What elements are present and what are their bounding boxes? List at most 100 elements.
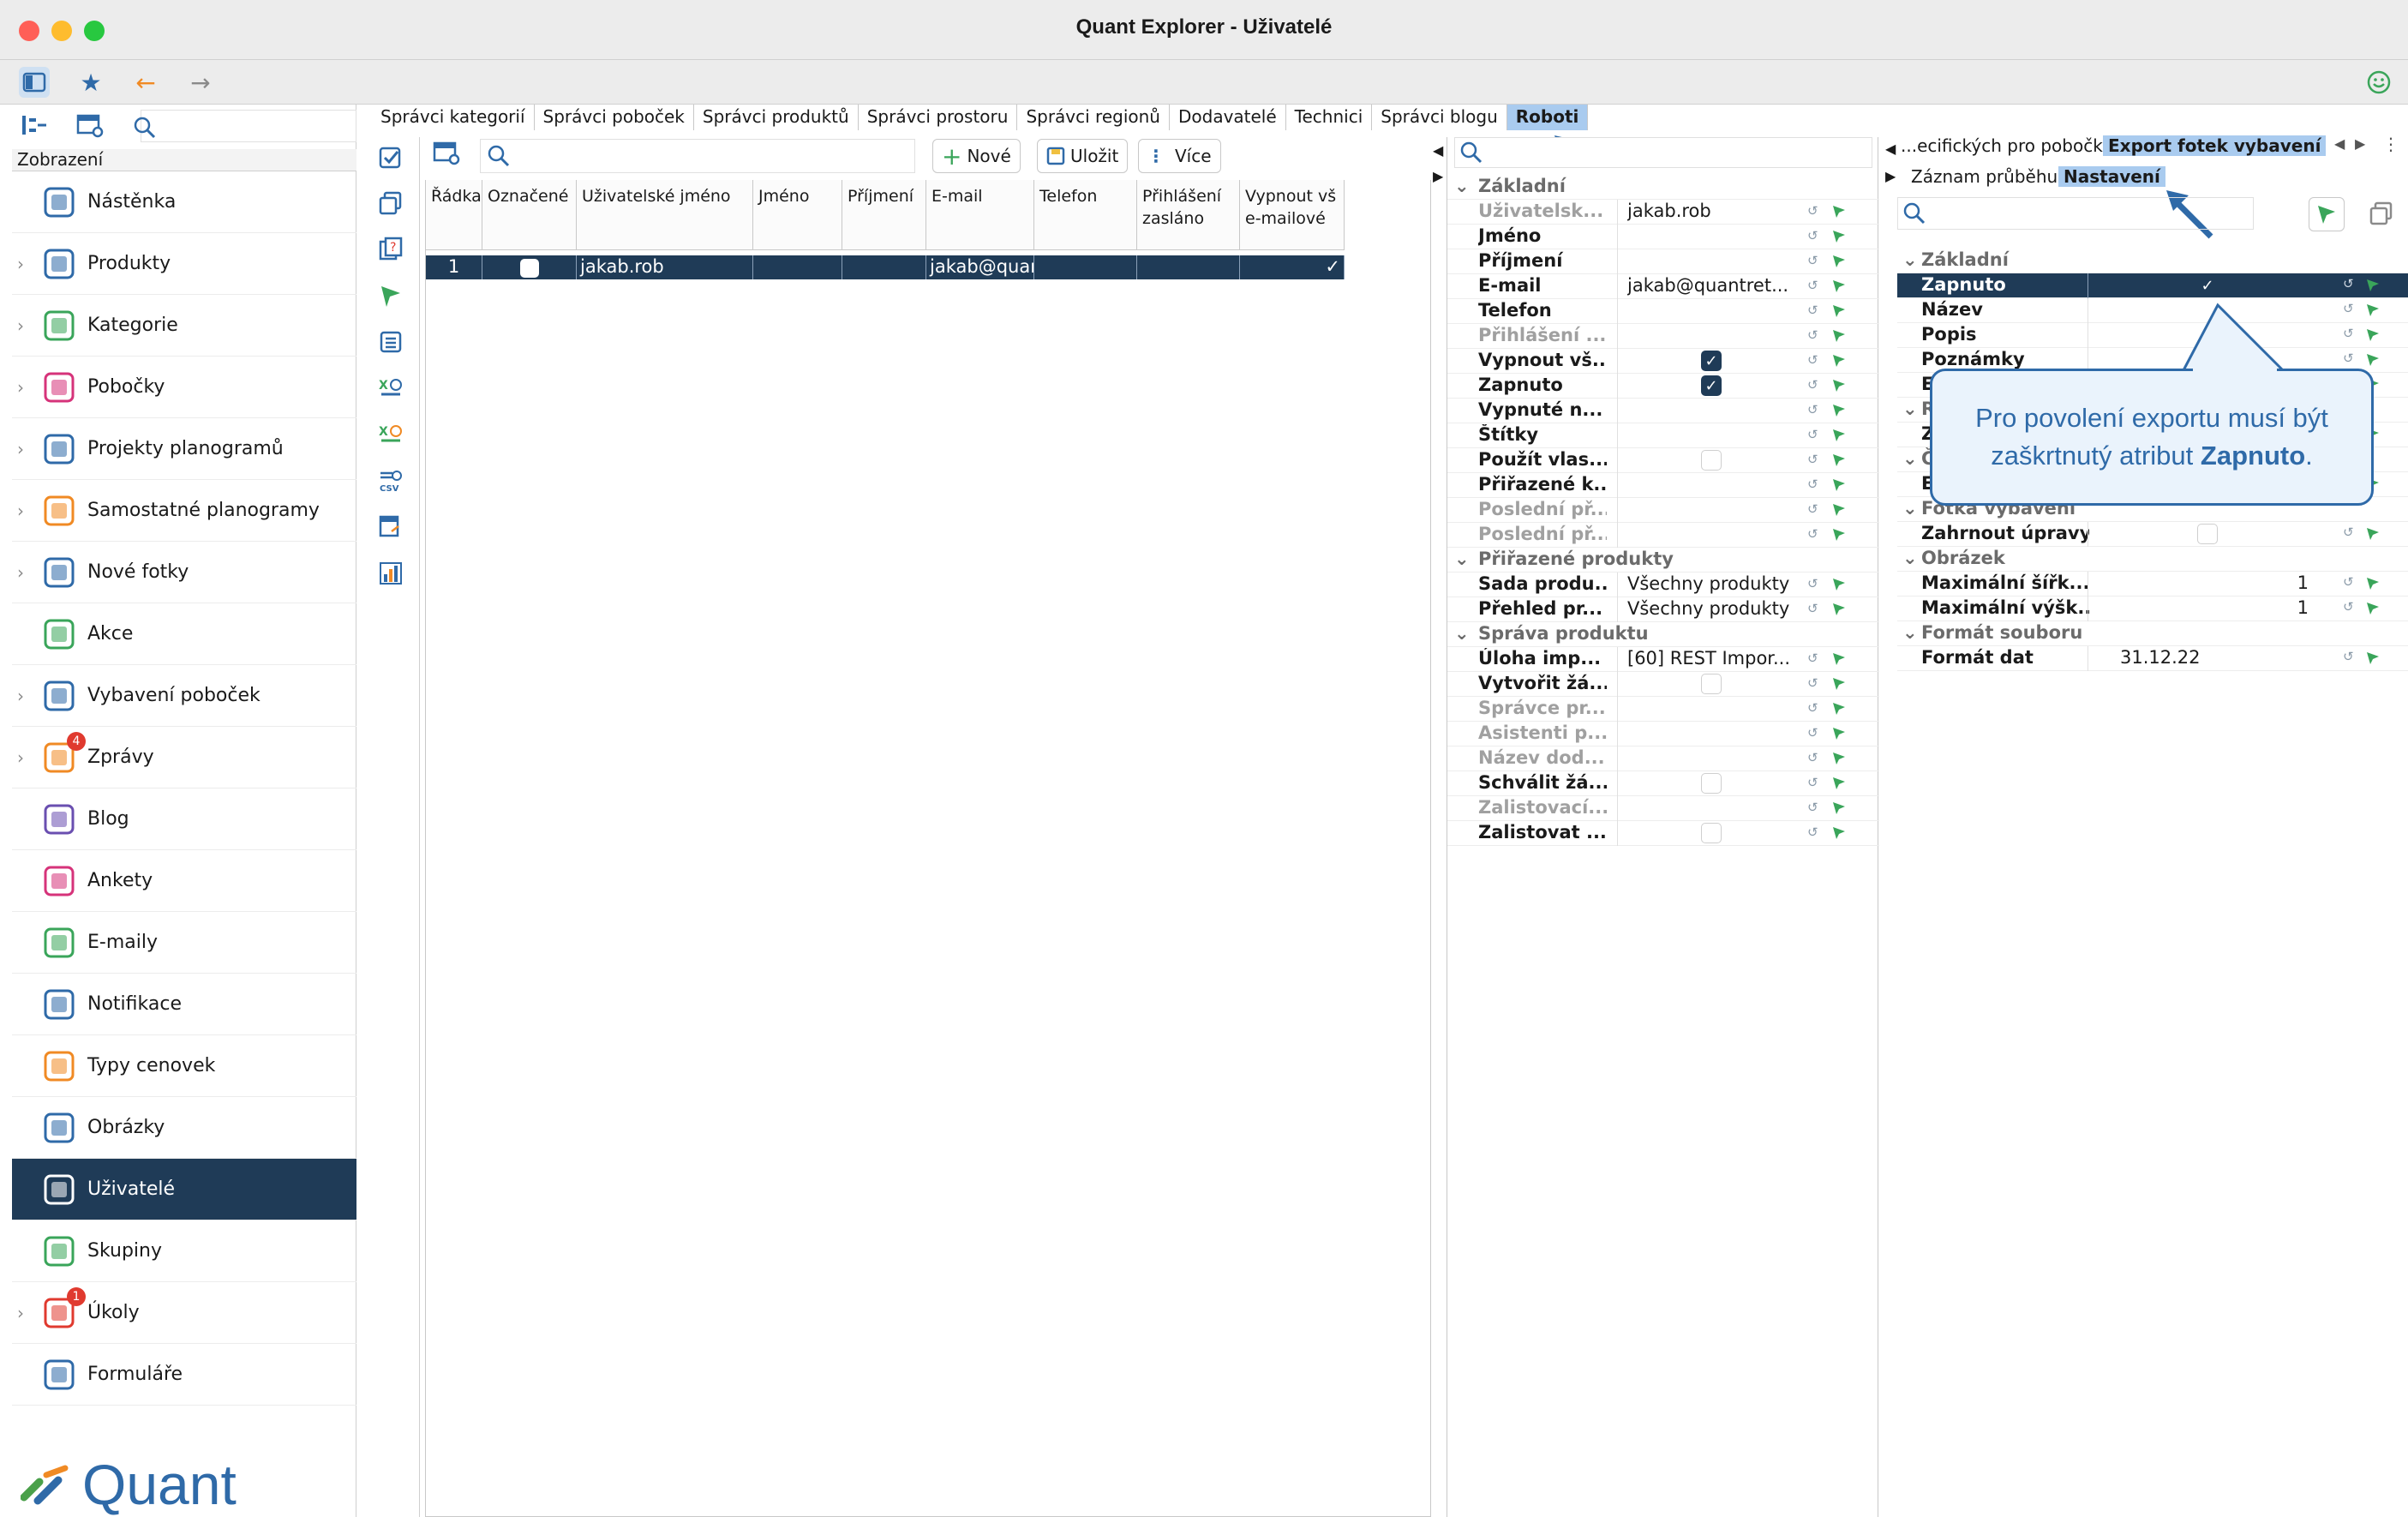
property-row[interactable]: Schválit žá... ↺ xyxy=(1447,771,1879,796)
property-row[interactable]: Zapnuto ✓ ↺ xyxy=(1447,374,1879,399)
back-button[interactable]: ← xyxy=(130,67,161,98)
sidebar-item-nov-fotky[interactable]: › Nové fotky xyxy=(12,542,356,603)
reset-icon[interactable]: ↺ xyxy=(2343,326,2354,341)
property-row[interactable]: Vypnuté n... ↺ xyxy=(1447,399,1879,423)
settings-value[interactable]: 1 xyxy=(2111,573,2309,593)
sidebar-item-akce[interactable]: Akce xyxy=(12,603,356,665)
reset-icon[interactable]: ↺ xyxy=(1807,253,1824,270)
settings-row[interactable]: Popis ↺ xyxy=(1897,323,2408,348)
reset-icon[interactable]: ↺ xyxy=(2343,525,2354,540)
flag-cursor-icon[interactable] xyxy=(1831,477,1848,494)
property-row[interactable]: Zalistovací... ↺ xyxy=(1447,796,1879,821)
reset-icon[interactable]: ↺ xyxy=(2343,301,2354,316)
flag-cursor-icon[interactable] xyxy=(1831,253,1848,270)
property-row[interactable]: Asistenti p... ↺ xyxy=(1447,722,1879,747)
column-header[interactable]: Příjmení xyxy=(842,180,926,250)
settings-value[interactable]: 31.12.22 xyxy=(2120,647,2291,668)
grid-settings-button[interactable] xyxy=(432,141,461,172)
flag-cursor-icon[interactable] xyxy=(1831,352,1848,369)
reset-icon[interactable]: ↺ xyxy=(1807,303,1824,320)
subtab-progress-log[interactable]: Záznam průběhu xyxy=(1906,166,2063,187)
property-row[interactable]: Telefon ↺ xyxy=(1447,299,1879,324)
flag-cursor-icon[interactable] xyxy=(1831,775,1848,792)
robot-tab-export-photos[interactable]: Export fotek vybavení xyxy=(2103,135,2327,156)
reset-icon[interactable]: ↺ xyxy=(1807,800,1824,817)
reset-icon[interactable]: ↺ xyxy=(1807,725,1824,742)
column-header[interactable]: Přihlášení zasláno xyxy=(1137,180,1240,250)
sidebar-item-pobo-ky[interactable]: › Pobočky xyxy=(12,357,356,418)
csv-export-button[interactable]: CSV xyxy=(376,466,405,495)
reset-icon[interactable]: ↺ xyxy=(1807,278,1824,295)
property-row[interactable]: E-mail jakab@quantret... ↺ xyxy=(1447,274,1879,299)
chart-button[interactable] xyxy=(376,559,405,588)
column-header[interactable]: E-mail xyxy=(926,180,1034,250)
sidebar-item-u-ivatel[interactable]: Uživatelé xyxy=(12,1159,356,1220)
subpanel-expand-arrow[interactable]: ▶ xyxy=(1885,168,1896,184)
reset-icon[interactable]: ↺ xyxy=(2343,649,2354,664)
collapse-left-arrow[interactable]: ◀ xyxy=(1433,142,1443,159)
settings-row[interactable]: Zahrnout úpravy ↺ xyxy=(1897,522,2408,547)
sidebar-item-samostatn-planogramy[interactable]: › Samostatné planogramy xyxy=(12,480,356,542)
property-row[interactable]: Správce pr... ↺ xyxy=(1447,697,1879,722)
reset-icon[interactable]: ↺ xyxy=(1807,501,1824,519)
reset-icon[interactable]: ↺ xyxy=(1807,377,1824,394)
sidebar-item-obr-zky[interactable]: Obrázky xyxy=(12,1097,356,1159)
tab-spr-vci-blogu[interactable]: Správci blogu xyxy=(1372,105,1507,130)
reset-icon[interactable]: ↺ xyxy=(1807,228,1824,245)
column-header[interactable]: Vypnout vš e-mailové xyxy=(1240,180,1345,250)
sidebar-item-zpr-vy[interactable]: › 4 Zprávy xyxy=(12,727,356,788)
copy-settings-button[interactable] xyxy=(2369,201,2394,231)
property-row[interactable]: Název dod... ↺ xyxy=(1447,747,1879,771)
select-all-button[interactable] xyxy=(376,142,405,171)
property-checkbox[interactable] xyxy=(1701,773,1722,794)
flag-cursor-icon[interactable] xyxy=(2365,351,2381,372)
flag-cursor-icon[interactable] xyxy=(1831,651,1848,668)
sidebar-item-koly[interactable]: › 1 Úkoly xyxy=(12,1282,356,1344)
tab-spr-vci-kategori[interactable]: Správci kategorií xyxy=(372,105,535,130)
reset-icon[interactable]: ↺ xyxy=(1807,402,1824,419)
tabs-scroll-left[interactable]: ◀ xyxy=(2334,135,2345,152)
grid-search-input[interactable] xyxy=(480,139,915,173)
property-section-spr-va-produktu[interactable]: ⌄ Správa produktu xyxy=(1447,622,1879,647)
robot-tab-branch-specific[interactable]: ...ecifických pro pobočku xyxy=(1896,135,2118,156)
reset-icon[interactable]: ↺ xyxy=(1807,775,1824,792)
property-row[interactable]: Použít vlas... ↺ xyxy=(1447,448,1879,473)
reset-icon[interactable]: ↺ xyxy=(1807,576,1824,593)
run-robot-button[interactable] xyxy=(2309,197,2345,231)
disable-all-cell[interactable]: ✓ xyxy=(1240,255,1345,279)
flag-cursor-icon[interactable] xyxy=(1831,303,1848,320)
property-row[interactable]: Úloha imp... [60] REST Impor... ↺ xyxy=(1447,647,1879,672)
reset-icon[interactable]: ↺ xyxy=(1807,327,1824,345)
reset-icon[interactable]: ↺ xyxy=(1807,700,1824,717)
reset-icon[interactable]: ↺ xyxy=(2343,574,2354,590)
settings-section-form-t-souboru[interactable]: ⌄ Formát souboru xyxy=(1897,621,2408,646)
property-row[interactable]: Uživatelsk... jakab.rob ↺ xyxy=(1447,200,1879,225)
property-checkbox[interactable]: ✓ xyxy=(1701,375,1722,396)
flag-cursor-icon[interactable] xyxy=(2365,327,2381,347)
property-value[interactable]: Všechny produkty xyxy=(1627,573,1809,594)
reset-icon[interactable]: ↺ xyxy=(2343,351,2354,366)
reset-icon[interactable]: ↺ xyxy=(2343,599,2354,615)
property-section-p-i-azen-produkty[interactable]: ⌄ Přiřazené produkty xyxy=(1447,548,1879,573)
tabs-menu-button[interactable]: ⋮ xyxy=(2382,134,2399,154)
flag-cursor-icon[interactable] xyxy=(2365,575,2381,596)
properties-search-input[interactable] xyxy=(1454,137,1872,168)
forward-button[interactable]: → xyxy=(185,67,216,98)
property-row[interactable]: Sada produ... Všechny produkty ↺ xyxy=(1447,573,1879,597)
sidebar-item-n-st-nka[interactable]: Nástěnka xyxy=(12,171,356,233)
property-value[interactable]: jakab.rob xyxy=(1627,201,1809,221)
sidebar-toggle-button[interactable] xyxy=(19,67,50,98)
property-row[interactable]: Vytvořit žá... ↺ xyxy=(1447,672,1879,697)
settings-section-z-kladn[interactable]: ⌄ Základní xyxy=(1897,249,2408,273)
flag-cursor-icon[interactable] xyxy=(1831,824,1848,842)
flag-cursor-icon[interactable] xyxy=(2365,600,2381,621)
sidebar-item-typy-cenovek[interactable]: Typy cenovek xyxy=(12,1035,356,1097)
tab-spr-vci-prostoru[interactable]: Správci prostoru xyxy=(859,105,1018,130)
sidebar-item-formul-e[interactable]: Formuláře xyxy=(12,1344,356,1406)
settings-row[interactable]: Název ↺ xyxy=(1897,298,2408,323)
status-indicator[interactable] xyxy=(2363,67,2394,98)
flag-cursor-icon[interactable] xyxy=(1831,576,1848,593)
column-header[interactable]: Řádka xyxy=(426,180,482,250)
new-button[interactable]: + Nové xyxy=(932,139,1021,173)
property-row[interactable]: Poslední př... ↺ xyxy=(1447,498,1879,523)
